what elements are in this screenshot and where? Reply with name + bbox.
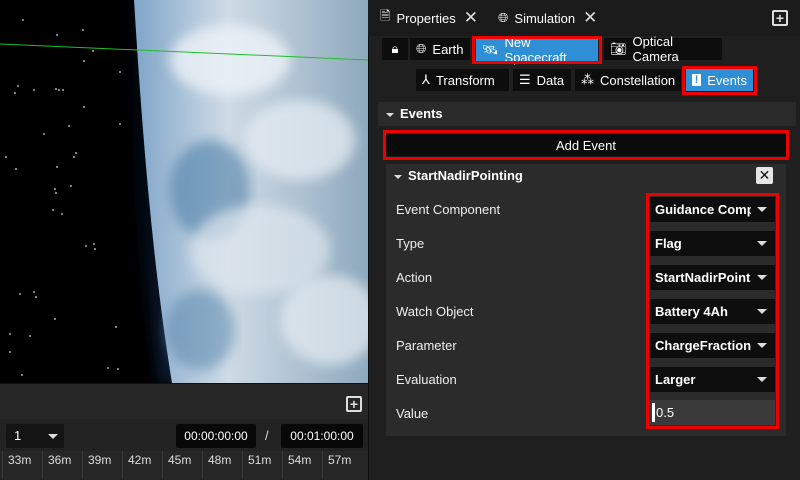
close-icon[interactable]: ✕ [583, 8, 597, 28]
event-name: StartNadirPointing [408, 168, 523, 183]
ruler-tick-label: 42m [128, 453, 152, 467]
field-label-event-component: Event Component [396, 202, 501, 217]
ruler-tick-line [82, 451, 83, 479]
subtab-constellation-label: Constellation [600, 72, 676, 88]
camera-icon: 📷︎ [610, 41, 627, 56]
ruler-tick-label: 39m [88, 453, 112, 467]
object-optical-camera-label: Optical Camera [632, 34, 679, 64]
speed-select[interactable]: 1 [6, 424, 64, 448]
subtab-transform-label: Transform [435, 72, 495, 88]
ruler-tick-label: 45m [168, 453, 192, 467]
ruler-tick-line [162, 451, 163, 479]
ruler-tick-label: 57m [328, 453, 352, 467]
tab-simulation-label: Simulation [514, 10, 576, 26]
axes-icon: ⅄ [422, 72, 430, 87]
events-section-title: Events [400, 106, 443, 121]
speed-value: 1 [14, 428, 22, 443]
object-earth-label: Earth [432, 41, 464, 57]
field-label-action: Action [396, 270, 433, 285]
subtab-data[interactable]: ☰ Data [513, 69, 571, 91]
field-label-type: Type [396, 236, 425, 251]
subtab-transform[interactable]: ⅄ Transform [416, 69, 509, 91]
ruler-tick-line [282, 451, 283, 479]
object-optical-camera[interactable]: 📷︎ Optical Camera [604, 34, 722, 64]
ruler-tick-label: 51m [248, 453, 272, 467]
time-ruler[interactable]: 33m 36m 39m 42m 45m 48m 51m 54m 57m [0, 451, 368, 480]
3d-viewport[interactable] [0, 0, 368, 383]
ruler-tick-line [42, 451, 43, 479]
time-separator: / [265, 428, 269, 443]
highlight-box [383, 130, 789, 160]
list-icon: ☰ [519, 72, 531, 87]
tab-properties[interactable]: 🗎 Properties ✕ [380, 6, 478, 30]
highlight-box [682, 66, 757, 95]
earth-view [0, 0, 368, 383]
chevron-down-icon [394, 175, 402, 179]
highlight-box [472, 36, 602, 64]
current-time-field[interactable]: 00:00:00:00 [176, 424, 256, 448]
object-earth[interactable]: 🌐︎ Earth [410, 38, 470, 60]
subtab-data-label: Data [536, 72, 565, 88]
ruler-tick-line [122, 451, 123, 479]
ruler-tick-line [202, 451, 203, 479]
ruler-tick-line [2, 451, 3, 479]
chevron-down-icon [48, 434, 58, 439]
highlight-box [646, 193, 779, 429]
tab-properties-label: Properties [396, 10, 456, 26]
document-icon: 🗎 [380, 8, 391, 23]
globe-icon: 🌐︎ [498, 10, 509, 25]
ruler-tick-label: 54m [288, 453, 312, 467]
lock-icon: 🔒︎ [391, 41, 399, 56]
ruler-tick-label: 33m [8, 453, 32, 467]
ruler-tick-label: 36m [48, 453, 72, 467]
field-label-watch-object: Watch Object [396, 304, 474, 319]
subtab-constellation[interactable]: ⁂ Constellation [575, 69, 681, 91]
ruler-tick-line [322, 451, 323, 479]
field-label-parameter: Parameter [396, 338, 457, 353]
delete-event-icon[interactable]: ✕ [756, 167, 773, 184]
chevron-down-icon [386, 113, 394, 117]
field-label-evaluation: Evaluation [396, 372, 457, 387]
add-panel-icon[interactable]: + [346, 396, 362, 412]
tab-simulation[interactable]: 🌐︎ Simulation ✕ [498, 6, 597, 30]
close-icon[interactable]: ✕ [464, 8, 478, 28]
lock-button[interactable]: 🔒︎ [382, 38, 408, 60]
field-label-value: Value [396, 406, 429, 421]
add-panel-icon[interactable]: + [772, 10, 788, 26]
ruler-tick-label: 48m [208, 453, 232, 467]
end-time-field[interactable]: 00:01:00:00 [281, 424, 363, 448]
ruler-tick-line [242, 451, 243, 479]
constellation-icon: ⁂ [581, 72, 594, 87]
globe-icon: 🌐︎ [416, 41, 427, 56]
